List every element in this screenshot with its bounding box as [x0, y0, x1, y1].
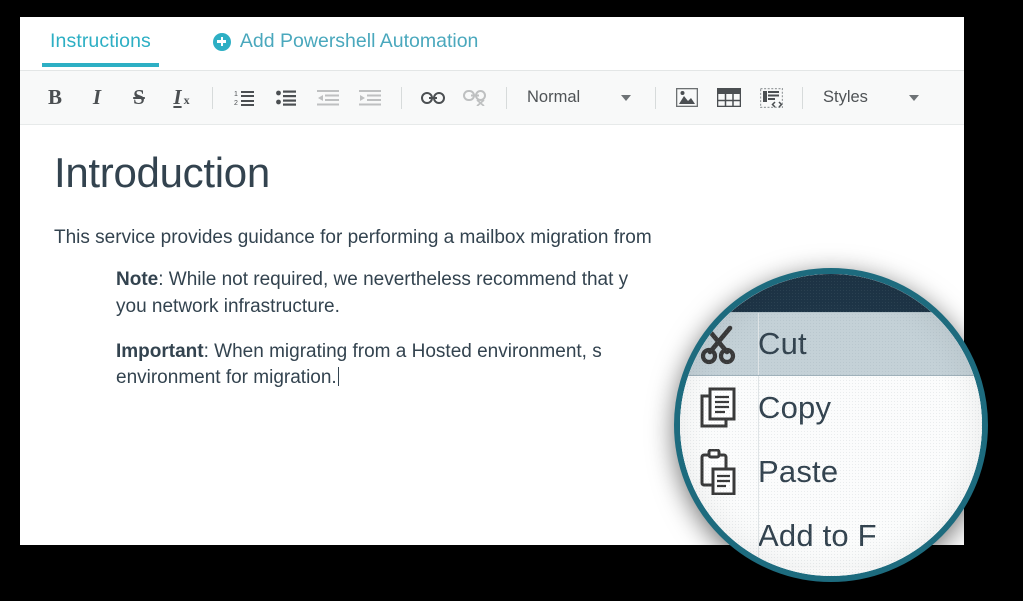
clipboard-icon: [680, 449, 758, 495]
svg-text:1: 1: [234, 91, 238, 98]
context-menu-item-add-to-favorites-label: Add to F: [758, 518, 877, 553]
document-heading: Introduction: [54, 149, 270, 196]
context-menu-icon-divider: [758, 313, 759, 375]
outdent-icon: [317, 89, 339, 105]
context-menu-item-add-to-favorites[interactable]: Add to F: [680, 504, 982, 568]
numbered-list-button[interactable]: 1 2: [223, 79, 265, 117]
strikethrough-icon: S: [133, 85, 145, 109]
important-text-line2: environment for migration.: [116, 366, 337, 388]
note-text-line2: you network infrastructure.: [116, 295, 340, 317]
context-menu-item-cut[interactable]: Cut: [680, 312, 982, 376]
context-menu-header: [680, 274, 982, 312]
note-text: : While not required, we nevertheless re…: [158, 269, 629, 291]
context-menu-item-copy[interactable]: Copy: [680, 376, 982, 440]
text-cursor: [337, 366, 340, 386]
bulleted-list-button[interactable]: [265, 79, 307, 117]
chevron-down-icon: [621, 94, 631, 101]
toolbar-divider: [506, 86, 507, 109]
note-label: Note: [116, 269, 159, 291]
bold-button[interactable]: B: [34, 79, 76, 117]
scissors-icon: [680, 322, 758, 366]
styles-value: Styles: [823, 88, 868, 106]
italic-button[interactable]: I: [76, 79, 118, 117]
outdent-button[interactable]: [307, 79, 349, 117]
intro-paragraph-text: This service provides guidance for perfo…: [54, 227, 652, 249]
important-label: Important: [116, 340, 204, 362]
copy-icon: [680, 386, 758, 430]
important-text: : When migrating from a Hosted environme…: [203, 340, 602, 362]
bold-icon: B: [47, 85, 62, 109]
tab-instructions[interactable]: Instructions: [42, 17, 159, 66]
chevron-down-icon: [909, 94, 919, 101]
tab-strip: Instructions Add Powershell Automation: [20, 17, 964, 71]
magnifier-lens: on from at y s Cut: [674, 268, 988, 582]
intro-paragraph: This service provides guidance for perfo…: [54, 225, 930, 251]
strikethrough-button[interactable]: S: [118, 79, 160, 117]
context-menu-item-paste-label: Paste: [758, 454, 839, 489]
insert-table-button[interactable]: [708, 79, 750, 117]
remove-format-icon: Ix: [173, 85, 190, 110]
remove-format-sub-glyph: x: [183, 93, 190, 107]
svg-text:2: 2: [234, 100, 238, 107]
toolbar-divider: [802, 86, 803, 109]
context-menu-icon-divider: [758, 504, 759, 568]
link-button[interactable]: [412, 79, 454, 117]
italic-icon: I: [92, 85, 102, 109]
remove-format-button[interactable]: Ix: [160, 79, 202, 117]
numbered-list-icon: 1 2: [234, 90, 254, 107]
indent-icon: [359, 89, 381, 105]
insert-image-button[interactable]: [666, 79, 708, 117]
table-icon: [717, 88, 741, 107]
context-menu-item-copy-label: Copy: [758, 390, 832, 425]
toolbar-divider: [212, 86, 213, 109]
lens-bg-text-fragment-3: s: [674, 416, 675, 432]
paragraph-format-dropdown[interactable]: Normal: [517, 79, 645, 117]
context-menu-icon-divider: [758, 376, 759, 440]
tab-instructions-label: Instructions: [50, 30, 151, 52]
context-menu-item-paste[interactable]: Paste: [680, 440, 982, 504]
bulleted-list-icon: [276, 90, 296, 106]
add-powershell-automation-button[interactable]: Add Powershell Automation: [207, 17, 484, 67]
toolbar-divider: [401, 86, 402, 109]
unlink-icon: [463, 89, 486, 106]
unlink-button[interactable]: [454, 79, 496, 117]
remove-format-glyph: I: [173, 85, 182, 109]
screen-root: Instructions Add Powershell Automation B…: [0, 0, 1023, 601]
link-icon: [421, 91, 445, 104]
context-menu: Cut Copy Paste Add to F: [680, 274, 982, 568]
paragraph-format-value: Normal: [527, 88, 581, 106]
add-powershell-automation-label: Add Powershell Automation: [239, 30, 479, 52]
magnifier-content: on from at y s Cut: [674, 274, 982, 576]
image-icon: [676, 88, 698, 107]
plus-circle-icon: [212, 32, 231, 51]
insert-template-button[interactable]: [750, 79, 792, 117]
indent-button[interactable]: [349, 79, 391, 117]
context-menu-item-cut-label: Cut: [758, 326, 807, 361]
context-menu-icon-divider: [758, 440, 759, 504]
toolbar-divider: [655, 86, 656, 109]
styles-dropdown[interactable]: Styles: [813, 79, 933, 117]
template-icon: [759, 87, 783, 108]
editor-toolbar: B I S Ix 1 2 Normal Styles: [20, 71, 964, 125]
